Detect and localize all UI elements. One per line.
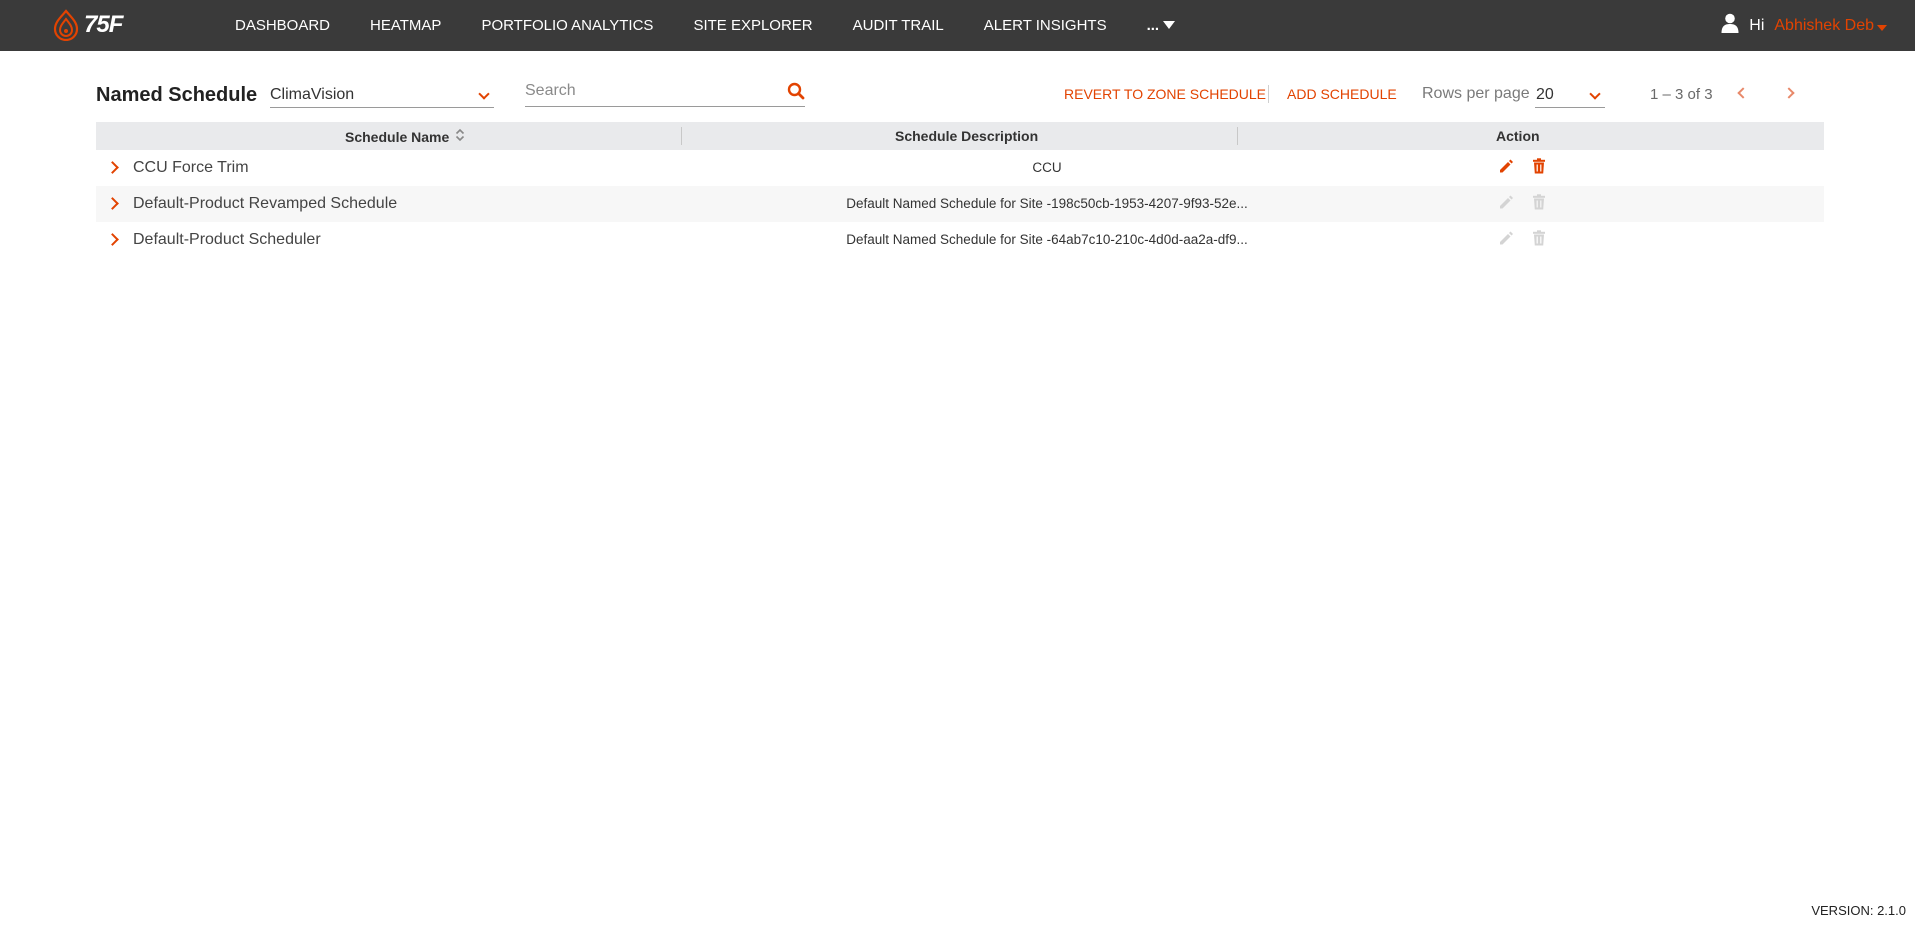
table-row[interactable]: Default-Product Scheduler Default Named … (96, 222, 1824, 258)
logo[interactable]: 75F (52, 9, 123, 41)
pagination-range: 1 – 3 of 3 (1650, 86, 1713, 103)
chevron-down-icon (1589, 88, 1601, 100)
schedule-name: Default-Product Revamped Schedule (133, 195, 398, 212)
nav-portfolio-analytics[interactable]: PORTFOLIO ANALYTICS (481, 17, 653, 34)
nav-more-menu[interactable]: ... (1147, 17, 1176, 34)
user-icon (1721, 13, 1739, 38)
rows-per-page-value: 20 (1536, 86, 1554, 103)
delete-icon-disabled (1532, 230, 1546, 251)
rows-per-page-select[interactable]: 20 (1535, 84, 1605, 108)
delete-icon[interactable] (1532, 158, 1546, 179)
table-header: Schedule Name Schedule Description Actio… (96, 122, 1824, 150)
add-schedule-button[interactable]: ADD SCHEDULE (1287, 86, 1397, 102)
next-page-icon[interactable] (1783, 87, 1795, 99)
search-icon[interactable] (787, 82, 805, 105)
column-divider[interactable] (1237, 127, 1238, 145)
nav-audit-trail[interactable]: AUDIT TRAIL (853, 17, 944, 34)
site-select[interactable]: ClimaVision (270, 84, 494, 108)
user-name[interactable]: Abhishek Deb (1774, 17, 1874, 35)
caret-down-icon (1877, 24, 1887, 31)
nav-heatmap[interactable]: HEATMAP (370, 17, 441, 34)
column-header-label: Schedule Name (345, 128, 450, 145)
user-menu[interactable]: Hi Abhishek Deb (1721, 0, 1887, 51)
main-nav: DASHBOARD HEATMAP PORTFOLIO ANALYTICS SI… (235, 0, 1176, 51)
delete-icon-disabled (1532, 194, 1546, 215)
table-row[interactable]: CCU Force Trim CCU (96, 150, 1824, 186)
rows-per-page-label: Rows per page (1422, 85, 1530, 102)
caret-down-icon (1163, 20, 1176, 29)
edit-icon-disabled (1498, 230, 1514, 251)
expand-chevron-icon[interactable] (106, 161, 119, 174)
column-header-schedule-name[interactable]: Schedule Name (345, 128, 465, 145)
expand-chevron-icon[interactable] (106, 197, 119, 210)
site-select-value: ClimaVision (270, 86, 355, 103)
search-field (525, 80, 805, 107)
previous-page-icon[interactable] (1737, 87, 1749, 99)
schedule-description: Default Named Schedule for Site -64ab7c1… (846, 232, 1248, 247)
schedule-description: CCU (1032, 160, 1062, 175)
column-divider[interactable] (681, 127, 682, 145)
schedule-table: Schedule Name Schedule Description Actio… (96, 122, 1824, 258)
search-input[interactable] (525, 82, 775, 100)
logo-text: 75F (84, 11, 123, 38)
nav-dashboard[interactable]: DASHBOARD (235, 17, 330, 34)
top-nav-bar: 75F DASHBOARD HEATMAP PORTFOLIO ANALYTIC… (0, 0, 1915, 51)
nav-alert-insights[interactable]: ALERT INSIGHTS (984, 17, 1107, 34)
chevron-down-icon (478, 88, 490, 100)
schedule-description: Default Named Schedule for Site -198c50c… (846, 196, 1248, 211)
column-header-action: Action (1496, 128, 1540, 144)
nav-more-label: ... (1146, 17, 1160, 34)
sort-icon[interactable] (455, 128, 465, 145)
schedule-name: CCU Force Trim (133, 159, 249, 176)
expand-chevron-icon[interactable] (106, 233, 119, 246)
edit-icon[interactable] (1498, 158, 1514, 179)
page-title: Named Schedule (96, 84, 258, 106)
revert-to-zone-schedule-button[interactable]: REVERT TO ZONE SCHEDULE (1064, 86, 1266, 102)
toolbar-divider (1268, 85, 1269, 103)
table-row[interactable]: Default-Product Revamped Schedule Defaul… (96, 186, 1824, 222)
logo-mark-icon (52, 9, 80, 41)
edit-icon-disabled (1498, 194, 1514, 215)
nav-site-explorer[interactable]: SITE EXPLORER (693, 17, 812, 34)
greeting: Hi (1749, 16, 1765, 34)
column-header-schedule-description: Schedule Description (895, 128, 1039, 144)
schedule-name: Default-Product Scheduler (133, 231, 321, 248)
version-label: VERSION: 2.1.0 (1811, 903, 1906, 918)
